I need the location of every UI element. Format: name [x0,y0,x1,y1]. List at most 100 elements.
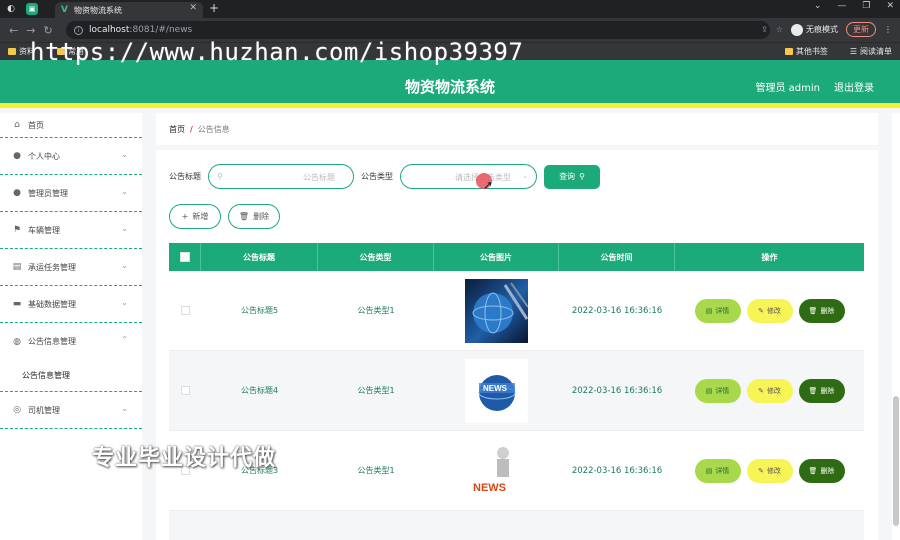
chevron-down-icon: ⌄ [121,187,128,196]
notice-image: NEWS [465,438,528,503]
url-input[interactable]: i localhost:8081/#/news [66,21,770,39]
forward-icon[interactable]: → [26,24,35,37]
sidebar-item-vehicle[interactable]: ⚑ 车辆管理 ⌄ [0,212,142,249]
table-row [169,511,864,540]
minimize-icon[interactable]: — [837,1,846,11]
sidebar-item-tasks[interactable]: ▤ 承运任务管理 ⌄ [0,249,142,286]
table-header: 公告标题 公告类型 公告图片 公告时间 操作 [169,243,864,271]
ad-overlay-text: 专业毕业设计代做 [92,446,277,471]
notice-image [465,278,528,343]
notice-type: 公告类型1 [357,306,395,315]
notice-time: 2022-03-16 16:36:16 [571,465,663,476]
menu-dots-icon[interactable]: ⋮ [884,25,892,34]
chevron-down-icon[interactable]: ⌄ [814,1,822,11]
news-figure-image: NEWS [473,446,509,494]
home-icon: ⌂ [14,120,20,130]
search-icon: ⚲ [217,172,223,181]
plus-icon: + [181,212,189,221]
bookmark-star-icon[interactable]: ☆ [776,25,783,34]
trash-icon: 🗑 [808,386,818,395]
type-filter-label: 公告类型 [361,172,393,181]
vue-favicon-icon: V [61,5,68,15]
row-operations: ▤ 详情 ✎ 修改 🗑 删除 [675,431,864,510]
incognito-indicator[interactable]: 无痕模式 [791,23,838,36]
breadcrumb-current: 公告信息 [197,124,230,134]
pencil-icon: ✎ [758,466,764,475]
chevron-down-icon: ⌄ [121,404,128,413]
svg-text:NEWS: NEWS [483,384,508,393]
app-header: 物资物流系统 管理员 admin 退出登录 [0,60,900,108]
select-all-checkbox[interactable] [179,252,190,262]
logout-link[interactable]: 退出登录 [834,79,874,94]
new-tab-icon[interactable]: + [209,1,219,15]
sidebar-item-admin[interactable]: ● 管理员管理 ⌄ [0,175,142,212]
share-icon[interactable]: ⇪ [761,25,768,34]
chevron-down-icon: ⌄ [121,261,128,270]
browser-menu-icon[interactable]: ◐ [4,2,18,16]
current-user: 管理员 admin [755,83,820,94]
sidebar-item-home[interactable]: ⌂ 首页 [0,113,142,138]
title-search-input[interactable]: ⚲ 公告标题 [208,164,354,189]
search-icon: ⚲ [579,172,585,181]
chevron-down-icon: ⌄ [522,172,528,180]
edit-button[interactable]: ✎ 修改 [746,298,793,323]
row-operations: ▤ 详情 ✎ 修改 🗑 删除 [675,271,864,350]
edit-button[interactable]: ✎ 修改 [746,458,793,483]
add-button[interactable]: + 新增 [169,204,221,229]
reload-icon[interactable]: ↻ [43,24,52,37]
tab-close-icon[interactable]: ✕ [189,3,197,13]
user-icon: ● [13,151,21,161]
page-scrollbar[interactable] [892,113,900,540]
svg-text:NEWS: NEWS [473,482,506,494]
chevron-down-icon: ⌄ [121,224,128,233]
scrollbar-thumb[interactable] [893,396,899,526]
url-host: localhost [89,25,130,35]
detail-button[interactable]: ▤ 详情 [694,298,741,323]
compass-icon: ◎ [13,405,21,415]
tab-favicon-icon[interactable]: ▣ [26,3,38,15]
notice-title: 公告标题4 [240,386,279,395]
select-all-cell [169,243,201,271]
sidebar: ⌂ 首页 ● 个人中心 ⌄ ● 管理员管理 ⌄ ⚑ 车辆管理 ⌄ ▤ 承运任务管… [0,113,142,540]
delete-button[interactable]: 🗑 删除 [798,298,845,323]
browser-tabbar: ◐ ▣ V 物资物流系统 ✕ + ⌄ — ❐ ✕ [0,0,900,18]
row-checkbox[interactable] [180,386,190,395]
back-icon[interactable]: ← [9,24,18,37]
document-icon: ▤ [705,386,713,395]
sidebar-item-notices[interactable]: ◍ 公告信息管理 ⌃ [0,323,142,360]
document-icon: ▤ [705,306,713,315]
chat-icon: ▤ [12,262,22,272]
detail-button[interactable]: ▤ 详情 [694,458,741,483]
search-form: 公告标题 ⚲ 公告标题 公告类型 请选择公告类型 ⌄ ➚ 查询 ⚲ [169,164,600,192]
notice-time: 2022-03-16 16:36:16 [571,305,663,316]
action-buttons: + 新增 🗑 删除 [169,204,280,229]
column-header: 操作 [761,252,778,262]
close-icon[interactable]: ✕ [886,1,894,11]
pencil-icon: ✎ [758,386,764,395]
delete-button[interactable]: 🗑 删除 [798,378,845,403]
folder-icon [8,48,16,55]
query-button[interactable]: 查询 ⚲ [544,164,600,189]
row-checkbox[interactable] [180,306,190,315]
site-info-icon[interactable]: i [74,25,83,35]
batch-delete-button[interactable]: 🗑 删除 [228,204,280,229]
sidebar-item-basedata[interactable]: ▬ 基础数据管理 ⌄ [0,286,142,323]
trash-icon: 🗑 [808,306,818,315]
breadcrumb-home[interactable]: 首页 [169,124,185,135]
column-header: 公告图片 [434,243,559,271]
main-panel: 公告标题 ⚲ 公告标题 公告类型 请选择公告类型 ⌄ ➚ 查询 ⚲ + 新增 🗑… [156,150,878,540]
sidebar-subitem-notices[interactable]: 公告信息管理 [0,360,142,392]
update-button[interactable]: 更新 [846,22,876,37]
reading-list[interactable]: ☰ 阅读清单 [850,46,892,57]
title-filter-label: 公告标题 [169,172,201,181]
restore-icon[interactable]: ❐ [862,1,870,11]
edit-button[interactable]: ✎ 修改 [746,378,793,403]
tab-active[interactable]: V 物资物流系统 ✕ [55,2,203,18]
bookmark-other[interactable]: 其他书签 [784,46,828,57]
type-select[interactable]: 请选择公告类型 ⌄ ➚ [400,164,537,192]
delete-button[interactable]: 🗑 删除 [798,458,845,483]
sidebar-item-drivers[interactable]: ◎ 司机管理 ⌄ [0,392,142,429]
detail-button[interactable]: ▤ 详情 [694,378,741,403]
sidebar-item-profile[interactable]: ● 个人中心 ⌄ [0,138,142,175]
document-icon: ▤ [705,466,713,475]
